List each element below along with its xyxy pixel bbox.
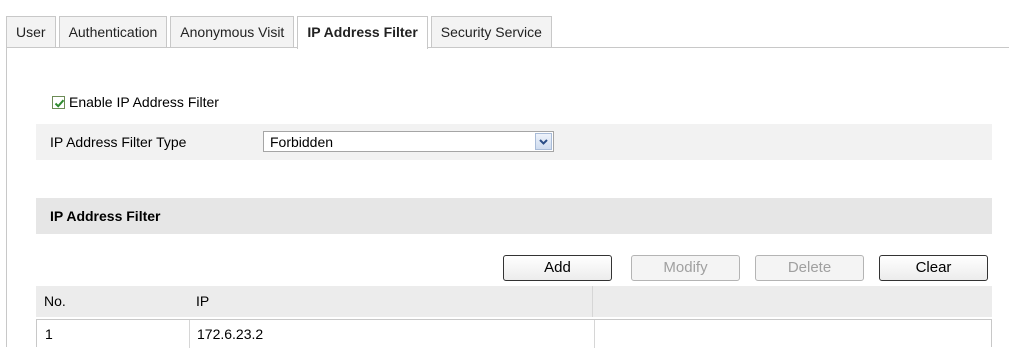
filter-type-row: IP Address Filter Type Forbidden xyxy=(36,124,992,160)
enable-filter-row: Enable IP Address Filter xyxy=(52,93,219,111)
chevron-down-icon[interactable] xyxy=(535,133,552,150)
cell-no: 1 xyxy=(45,326,53,342)
filter-type-select[interactable]: Forbidden xyxy=(263,131,554,152)
modify-button[interactable]: Modify xyxy=(631,255,740,281)
delete-button[interactable]: Delete xyxy=(755,255,864,281)
clear-button[interactable]: Clear xyxy=(879,255,988,281)
tab-bar: User Authentication Anonymous Visit IP A… xyxy=(6,16,552,49)
tab-security-service[interactable]: Security Service xyxy=(430,16,552,47)
checkmark-icon xyxy=(54,99,65,108)
table-header: No. IP xyxy=(36,286,992,317)
filter-type-label: IP Address Filter Type xyxy=(50,134,187,150)
column-header-ip: IP xyxy=(196,293,210,309)
section-header: IP Address Filter xyxy=(36,198,992,234)
tab-ip-address-filter[interactable]: IP Address Filter xyxy=(297,16,428,49)
tab-user[interactable]: User xyxy=(6,16,56,47)
column-divider xyxy=(592,286,593,317)
column-header-no: No. xyxy=(44,293,66,309)
table-row[interactable]: 1 172.6.23.2 xyxy=(36,319,992,348)
column-divider xyxy=(189,320,190,348)
add-button[interactable]: Add xyxy=(503,255,612,281)
enable-filter-checkbox[interactable] xyxy=(52,95,65,109)
tab-anonymous-visit[interactable]: Anonymous Visit xyxy=(170,16,295,47)
enable-filter-label: Enable IP Address Filter xyxy=(69,94,219,110)
column-divider xyxy=(594,320,595,348)
section-title: IP Address Filter xyxy=(50,208,161,224)
tab-authentication[interactable]: Authentication xyxy=(58,16,168,47)
filter-type-value: Forbidden xyxy=(270,134,334,150)
cell-ip: 172.6.23.2 xyxy=(197,326,264,342)
